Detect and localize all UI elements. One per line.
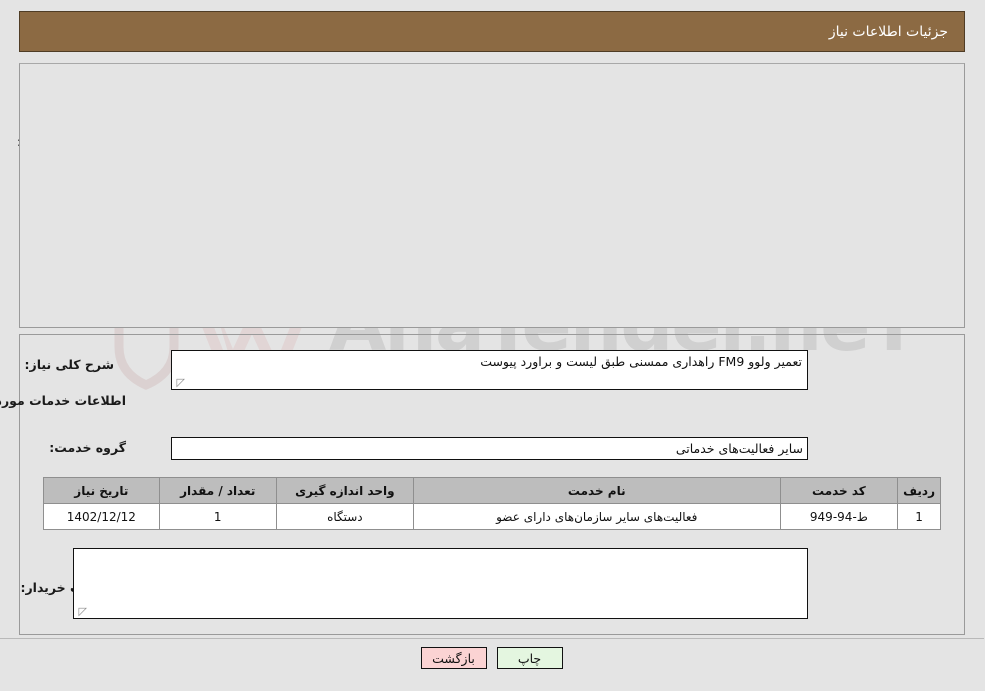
cell-service-code: ط-94-949 [780,503,900,530]
table-header-row: ردیف کد خدمت نام خدمت واحد اندازه گیری ت… [44,477,942,504]
cell-quantity: 1 [159,503,278,530]
overview-textarea[interactable]: تعمیر ولوو FM9 راهداری ممسنی طبق لیست و … [172,350,809,390]
resize-grip-icon-notes[interactable]: ◸ [78,606,88,617]
page-title-bar: جزئیات اطلاعات نیاز [20,11,966,52]
cell-row-no: 1 [898,503,942,530]
overview-label: شرح کلی نیاز: [25,357,115,372]
service-group-field: سایر فعالیت‌های خدماتی [172,437,809,460]
page-title: جزئیات اطلاعات نیاز [829,23,949,40]
resize-grip-icon[interactable]: ◸ [176,377,186,388]
services-section-title-row: اطلاعات خدمات مورد نیاز [0,393,127,408]
services-table: ردیف کد خدمت نام خدمت واحد اندازه گیری ت… [44,477,942,530]
cell-need-date: 1402/12/12 [44,503,161,530]
col-row-no: ردیف [898,477,942,504]
service-group-label-row: گروه خدمت: [50,440,127,455]
col-service-name: نام خدمت [413,477,782,504]
col-unit: واحد اندازه گیری [276,477,415,504]
table-row: 1 ط-94-949 فعالیت‌های سایر سازمان‌های دا… [44,503,942,530]
overview-value: تعمیر ولوو FM9 راهداری ممسنی طبق لیست و … [481,354,803,369]
services-section-title: اطلاعات خدمات مورد نیاز [0,393,127,408]
page-root: AnaTender.neT جزئیات اطلاعات نیاز شماره … [0,0,985,691]
need-summary-panel [20,63,966,328]
service-group-label: گروه خدمت: [50,440,127,455]
overview-label-row: شرح کلی نیاز: [26,357,115,372]
footer-divider [0,638,985,639]
buyer-notes-textarea[interactable]: ◸ [74,548,809,619]
footer-actions: چاپ بازگشت [0,647,985,669]
cell-unit: دستگاه [276,503,415,530]
col-service-code: کد خدمت [780,477,900,504]
col-quantity: تعداد / مقدار [159,477,278,504]
col-need-date: تاریخ نیاز [44,477,161,504]
cell-service-name: فعالیت‌های سایر سازمان‌های دارای عضو [413,503,782,530]
back-button[interactable]: بازگشت [421,647,488,669]
print-button[interactable]: چاپ [497,647,564,669]
